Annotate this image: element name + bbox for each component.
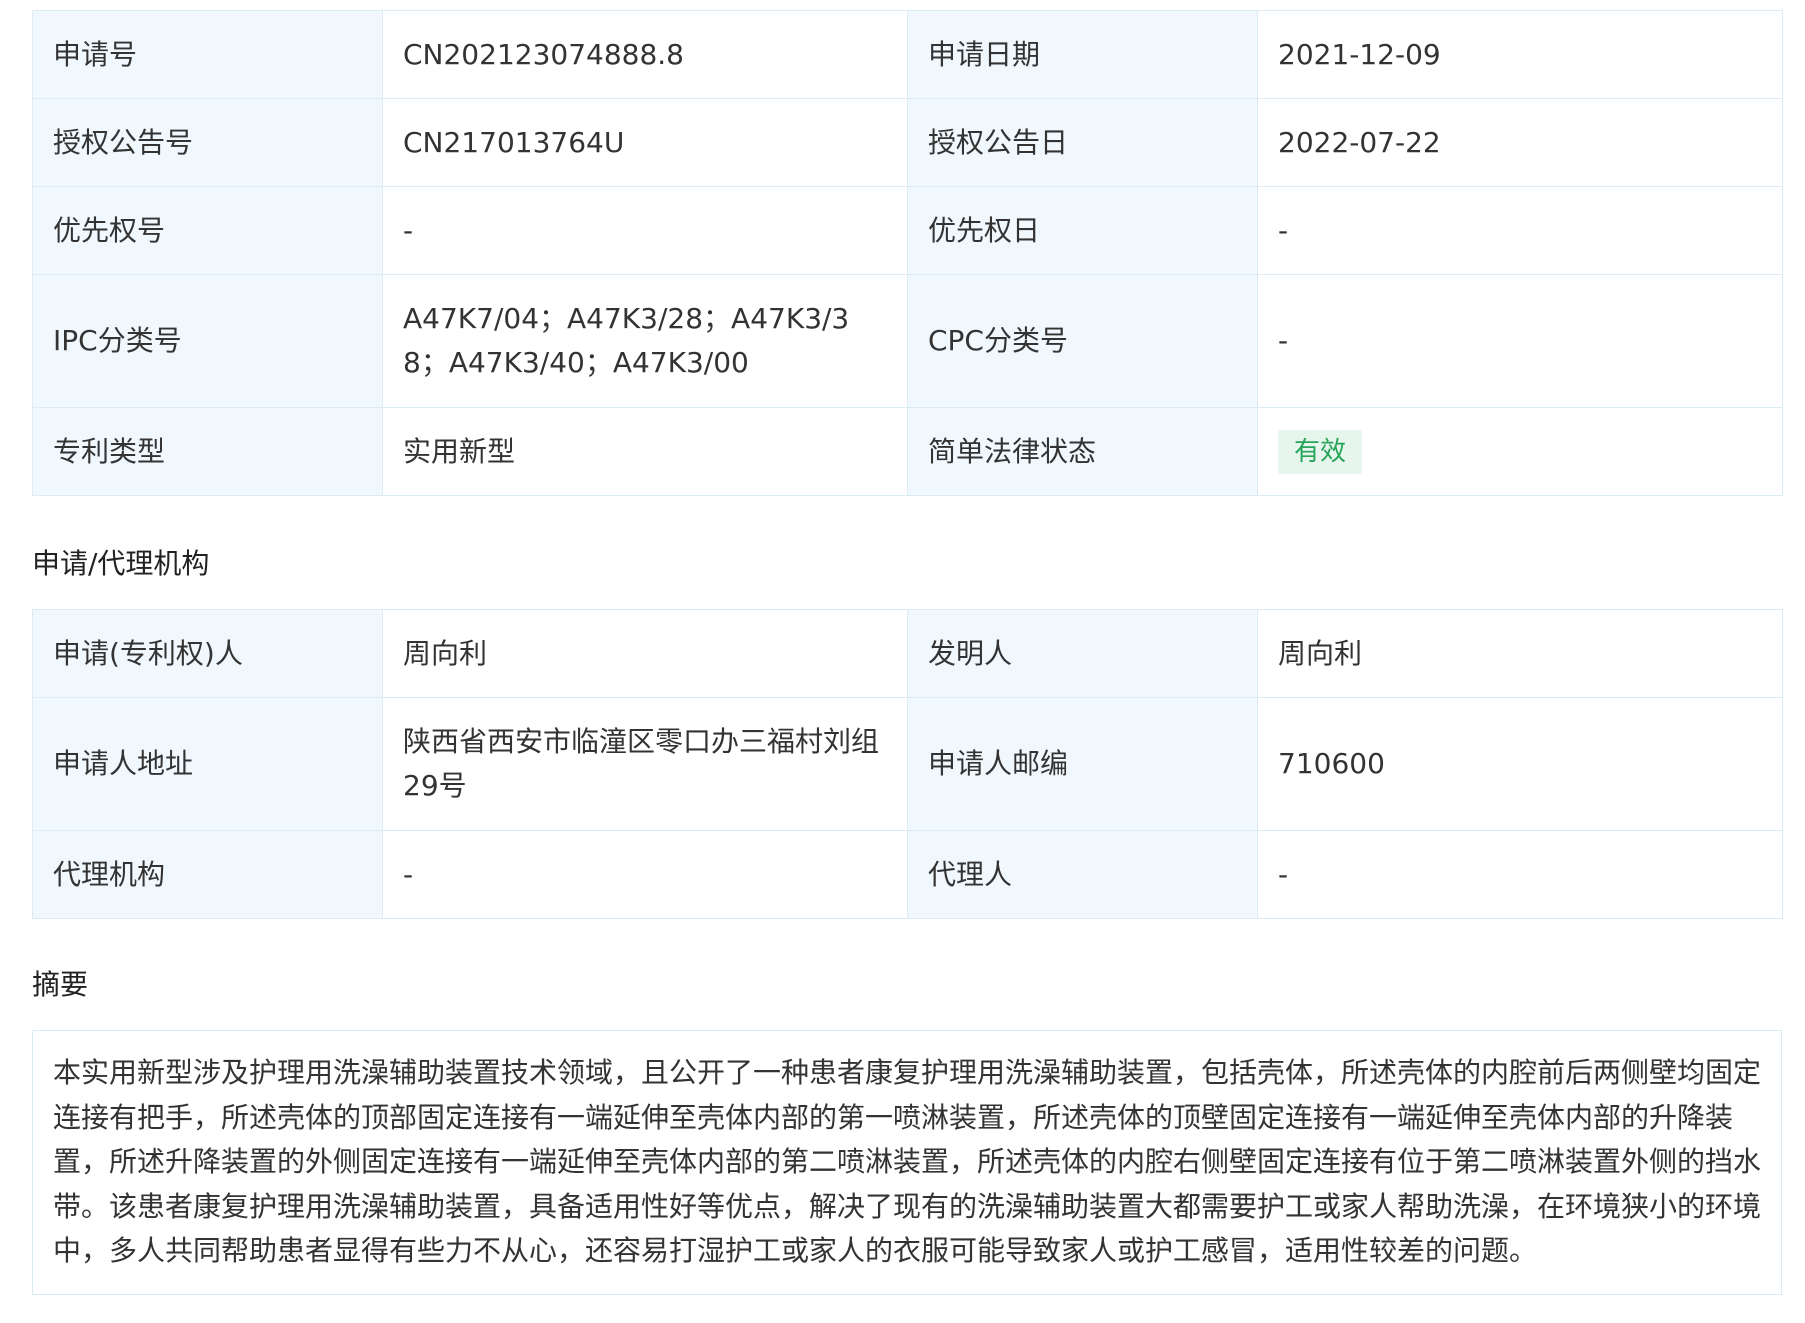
agency-info-table: 申请(专利权)人 周向利 发明人 周向利 申请人地址 陕西省西安市临潼区零口办三… bbox=[32, 609, 1783, 919]
application-number-label: 申请号 bbox=[32, 10, 383, 99]
priority-date-value: - bbox=[1257, 186, 1783, 275]
table-row: 专利类型 实用新型 简单法律状态 有效 bbox=[32, 407, 1783, 496]
agency-value: - bbox=[382, 830, 908, 919]
applicant-address-value: 陕西省西安市临潼区零口办三福村刘组29号 bbox=[382, 697, 908, 831]
legal-status-label: 简单法律状态 bbox=[907, 407, 1258, 496]
ipc-class-label: IPC分类号 bbox=[32, 274, 383, 408]
priority-number-value: - bbox=[382, 186, 908, 275]
table-row: 代理机构 - 代理人 - bbox=[32, 830, 1783, 919]
application-date-value: 2021-12-09 bbox=[1257, 10, 1783, 99]
cpc-class-value: - bbox=[1257, 274, 1783, 408]
cpc-class-label: CPC分类号 bbox=[907, 274, 1258, 408]
applicant-address-label: 申请人地址 bbox=[32, 697, 383, 831]
application-date-label: 申请日期 bbox=[907, 10, 1258, 99]
grant-publication-number-value: CN217013764U bbox=[382, 98, 908, 187]
patent-detail-page: 申请号 CN202123074888.8 申请日期 2021-12-09 授权公… bbox=[0, 0, 1805, 1323]
table-row: 申请人地址 陕西省西安市临潼区零口办三福村刘组29号 申请人邮编 710600 bbox=[32, 697, 1783, 831]
grant-publication-date-label: 授权公告日 bbox=[907, 98, 1258, 187]
patent-type-label: 专利类型 bbox=[32, 407, 383, 496]
agent-label: 代理人 bbox=[907, 830, 1258, 919]
agent-value: - bbox=[1257, 830, 1783, 919]
agency-section-title: 申请/代理机构 bbox=[32, 547, 210, 580]
basic-info-table: 申请号 CN202123074888.8 申请日期 2021-12-09 授权公… bbox=[32, 10, 1783, 496]
applicant-postcode-value: 710600 bbox=[1257, 697, 1783, 831]
patent-type-value: 实用新型 bbox=[382, 407, 908, 496]
grant-publication-date-value: 2022-07-22 bbox=[1257, 98, 1783, 187]
agency-label: 代理机构 bbox=[32, 830, 383, 919]
application-number-value: CN202123074888.8 bbox=[382, 10, 908, 99]
table-row: 授权公告号 CN217013764U 授权公告日 2022-07-22 bbox=[32, 98, 1783, 187]
inventor-label: 发明人 bbox=[907, 609, 1258, 698]
priority-number-label: 优先权号 bbox=[32, 186, 383, 275]
legal-status-cell: 有效 bbox=[1257, 407, 1783, 496]
ipc-class-value: A47K7/04；A47K3/28；A47K3/38；A47K3/40；A47K… bbox=[382, 274, 908, 408]
applicant-label: 申请(专利权)人 bbox=[32, 609, 383, 698]
applicant-postcode-label: 申请人邮编 bbox=[907, 697, 1258, 831]
inventor-value: 周向利 bbox=[1257, 609, 1783, 698]
abstract-text: 本实用新型涉及护理用洗澡辅助装置技术领域，且公开了一种患者康复护理用洗澡辅助装置… bbox=[32, 1030, 1782, 1295]
table-row: 申请(专利权)人 周向利 发明人 周向利 bbox=[32, 609, 1783, 698]
abstract-section-title: 摘要 bbox=[32, 968, 89, 1001]
priority-date-label: 优先权日 bbox=[907, 186, 1258, 275]
grant-publication-number-label: 授权公告号 bbox=[32, 98, 383, 187]
table-row: IPC分类号 A47K7/04；A47K3/28；A47K3/38；A47K3/… bbox=[32, 274, 1783, 408]
table-row: 优先权号 - 优先权日 - bbox=[32, 186, 1783, 275]
table-row: 申请号 CN202123074888.8 申请日期 2021-12-09 bbox=[32, 10, 1783, 99]
applicant-value: 周向利 bbox=[382, 609, 908, 698]
legal-status-badge: 有效 bbox=[1278, 430, 1363, 474]
